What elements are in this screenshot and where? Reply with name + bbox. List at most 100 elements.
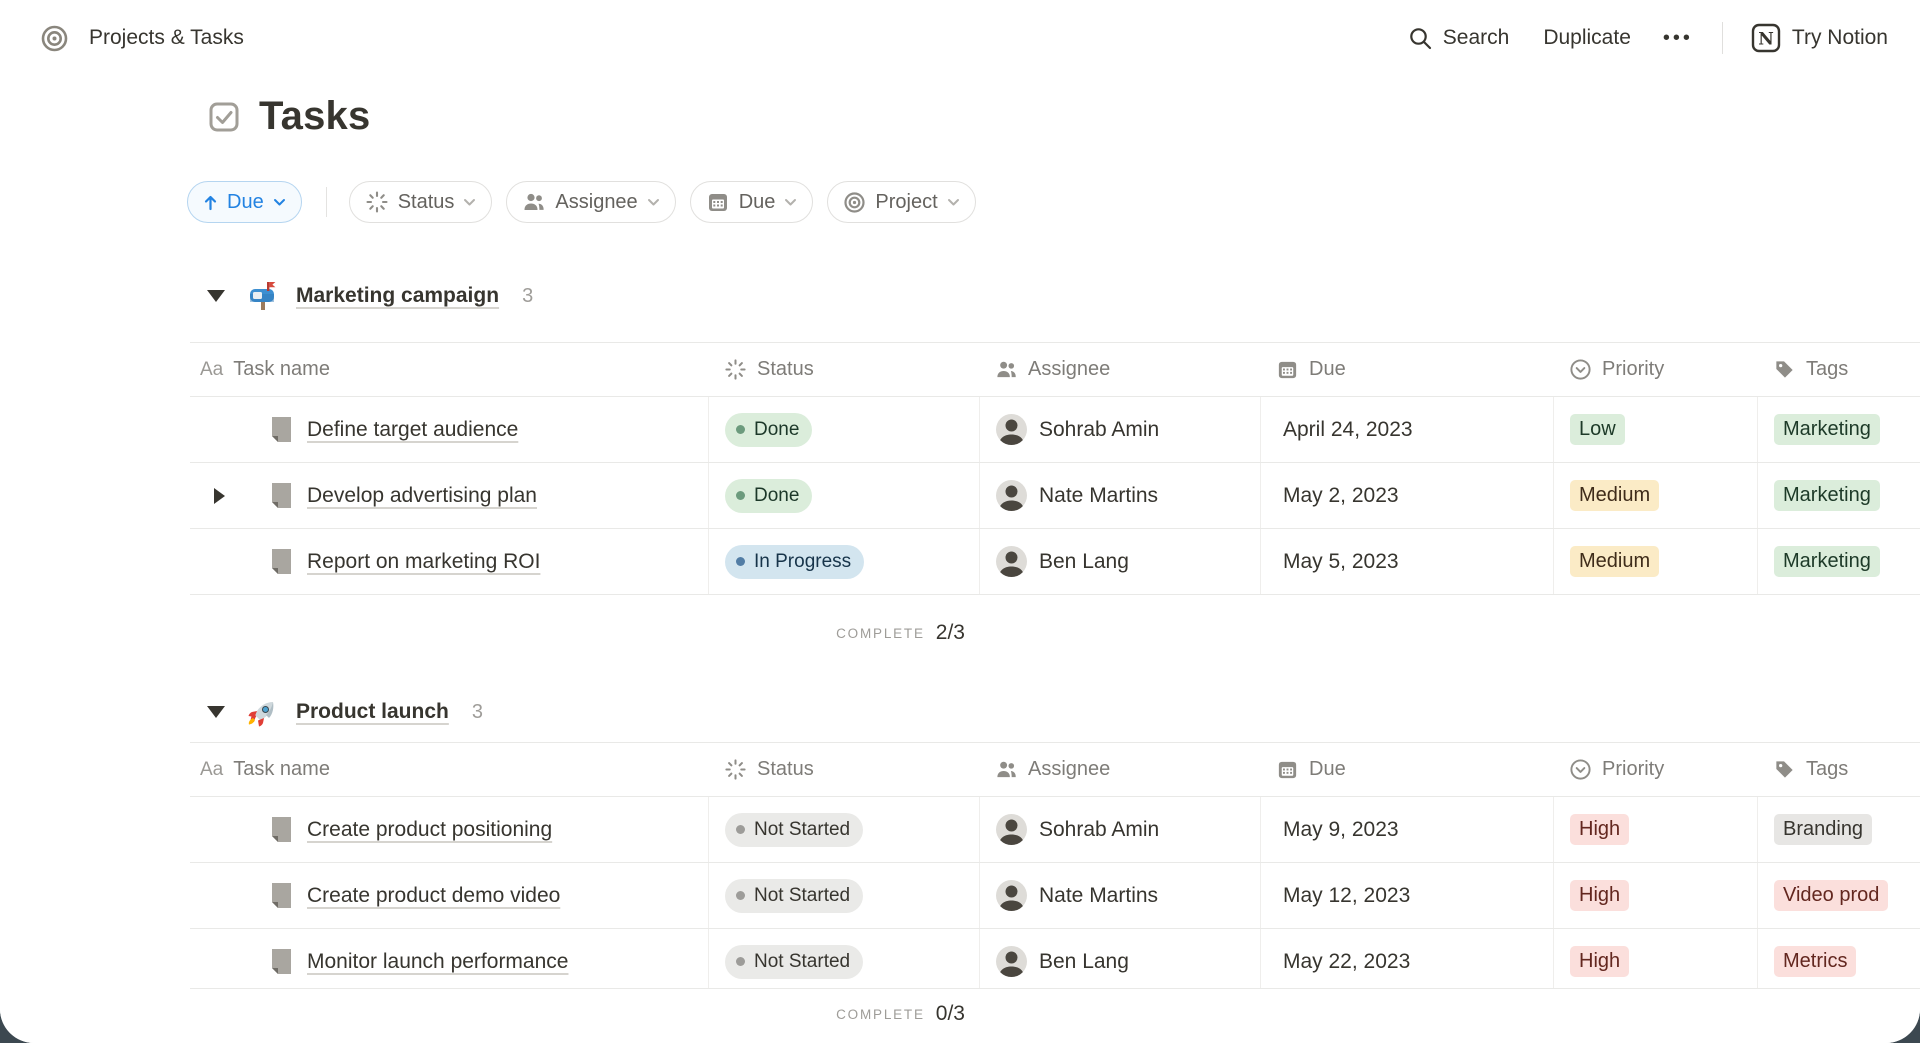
priority-cell[interactable]: Low [1553, 397, 1757, 462]
tag[interactable]: Metrics [1774, 946, 1856, 977]
task-title[interactable]: Monitor launch performance [307, 950, 568, 974]
task-cell[interactable]: Report on marketing ROI [190, 529, 708, 594]
status-dot-icon [736, 957, 745, 966]
status-badge[interactable]: Done [725, 479, 812, 513]
priority-tag[interactable]: Medium [1570, 480, 1659, 511]
filter-chip-assignee[interactable]: Assignee [506, 181, 675, 223]
task-title[interactable]: Create product demo video [307, 884, 560, 908]
priority-cell[interactable]: High [1553, 797, 1757, 862]
tag[interactable]: Branding [1774, 814, 1872, 845]
expand-triangle-icon[interactable] [214, 488, 225, 504]
tag[interactable]: Video prod [1774, 880, 1888, 911]
page-title[interactable]: Tasks [259, 94, 370, 139]
tag[interactable]: Marketing [1774, 414, 1880, 445]
tags-cell[interactable]: Metrics [1757, 929, 1920, 994]
due-cell[interactable]: May 2, 2023 [1260, 463, 1553, 528]
column-header-assignee[interactable]: Assignee [979, 743, 1260, 796]
column-header-tags[interactable]: Tags [1757, 743, 1920, 796]
due-cell[interactable]: May 9, 2023 [1260, 797, 1553, 862]
priority-tag[interactable]: High [1570, 946, 1629, 977]
group-title[interactable]: Product launch [296, 700, 449, 724]
filter-chip-status[interactable]: Status [349, 181, 493, 223]
priority-tag[interactable]: Medium [1570, 546, 1659, 577]
status-cell[interactable]: Not Started [708, 929, 979, 994]
column-header-status[interactable]: Status [708, 343, 979, 396]
collapse-triangle-icon[interactable] [207, 706, 225, 718]
table-row: Create product demo video Not Started Na… [190, 863, 1920, 929]
task-cell[interactable]: Define target audience [190, 397, 708, 462]
group-title[interactable]: Marketing campaign [296, 284, 499, 308]
priority-cell[interactable]: High [1553, 863, 1757, 928]
status-badge[interactable]: Done [725, 413, 812, 447]
status-badge[interactable]: Not Started [725, 813, 863, 847]
priority-tag[interactable]: High [1570, 880, 1629, 911]
tags-cell[interactable]: Branding [1757, 797, 1920, 862]
try-notion-button[interactable]: N Try Notion [1750, 22, 1888, 54]
task-title[interactable]: Create product positioning [307, 818, 552, 842]
status-badge[interactable]: Not Started [725, 879, 863, 913]
duplicate-button[interactable]: Duplicate [1543, 26, 1631, 50]
due-cell[interactable]: May 5, 2023 [1260, 529, 1553, 594]
tags-cell[interactable]: Marketing [1757, 529, 1920, 594]
more-menu-button[interactable]: ••• [1663, 27, 1693, 50]
assignee-cell[interactable]: Ben Lang [979, 529, 1260, 594]
page-icon [270, 948, 293, 975]
priority-cell[interactable]: Medium [1553, 463, 1757, 528]
column-header-tags[interactable]: Tags [1757, 343, 1920, 396]
collapse-triangle-icon[interactable] [207, 290, 225, 302]
task-cell[interactable]: Develop advertising plan [190, 463, 708, 528]
column-header-task-name[interactable]: Aa Task name [190, 343, 708, 396]
task-cell[interactable]: Create product demo video [190, 863, 708, 928]
column-header-priority[interactable]: Priority [1553, 343, 1757, 396]
table-row: Define target audience Done Sohrab Amin … [190, 397, 1920, 463]
people-icon [522, 190, 546, 214]
assignee-cell[interactable]: Ben Lang [979, 929, 1260, 994]
arrow-up-icon [203, 194, 218, 211]
due-cell[interactable]: May 22, 2023 [1260, 929, 1553, 994]
avatar [996, 814, 1027, 845]
breadcrumb[interactable]: Projects & Tasks [40, 24, 244, 53]
priority-tag[interactable]: High [1570, 814, 1629, 845]
tag[interactable]: Marketing [1774, 546, 1880, 577]
priority-cell[interactable]: Medium [1553, 529, 1757, 594]
status-cell[interactable]: Not Started [708, 863, 979, 928]
assignee-cell[interactable]: Sohrab Amin [979, 397, 1260, 462]
tags-cell[interactable]: Video prod [1757, 863, 1920, 928]
task-cell[interactable]: Monitor launch performance [190, 929, 708, 994]
filter-chip-due[interactable]: Due [690, 181, 814, 223]
task-title[interactable]: Report on marketing ROI [307, 550, 540, 574]
assignee-cell[interactable]: Sohrab Amin [979, 797, 1260, 862]
column-header-due[interactable]: Due [1260, 743, 1553, 796]
due-cell[interactable]: April 24, 2023 [1260, 397, 1553, 462]
status-badge[interactable]: In Progress [725, 545, 864, 579]
tasks-table-product-launch: Aa Task name Status [190, 742, 1920, 995]
search-button[interactable]: Search [1408, 26, 1510, 51]
topbar-actions: Search Duplicate ••• N Try Notion [1408, 0, 1888, 76]
status-cell[interactable]: Not Started [708, 797, 979, 862]
group-count: 3 [522, 285, 533, 308]
status-badge[interactable]: Not Started [725, 945, 863, 979]
status-cell[interactable]: Done [708, 463, 979, 528]
task-cell[interactable]: Create product positioning [190, 797, 708, 862]
assignee-cell[interactable]: Nate Martins [979, 863, 1260, 928]
column-header-due[interactable]: Due [1260, 343, 1553, 396]
sort-chip-due[interactable]: Due [187, 181, 302, 223]
assignee-cell[interactable]: Nate Martins [979, 463, 1260, 528]
text-type-icon: Aa [200, 359, 223, 381]
tags-cell[interactable]: Marketing [1757, 463, 1920, 528]
filter-chip-project[interactable]: Project [827, 181, 975, 223]
tag[interactable]: Marketing [1774, 480, 1880, 511]
priority-cell[interactable]: High [1553, 929, 1757, 994]
task-title[interactable]: Develop advertising plan [307, 484, 537, 508]
status-cell[interactable]: In Progress [708, 529, 979, 594]
status-cell[interactable]: Done [708, 397, 979, 462]
tags-cell[interactable]: Marketing [1757, 397, 1920, 462]
due-cell[interactable]: May 12, 2023 [1260, 863, 1553, 928]
task-title[interactable]: Define target audience [307, 418, 518, 442]
priority-tag[interactable]: Low [1570, 414, 1625, 445]
assignee-name: Sohrab Amin [1039, 818, 1159, 842]
column-header-assignee[interactable]: Assignee [979, 343, 1260, 396]
column-header-status[interactable]: Status [708, 743, 979, 796]
column-header-task-name[interactable]: Aa Task name [190, 743, 708, 796]
column-header-priority[interactable]: Priority [1553, 743, 1757, 796]
